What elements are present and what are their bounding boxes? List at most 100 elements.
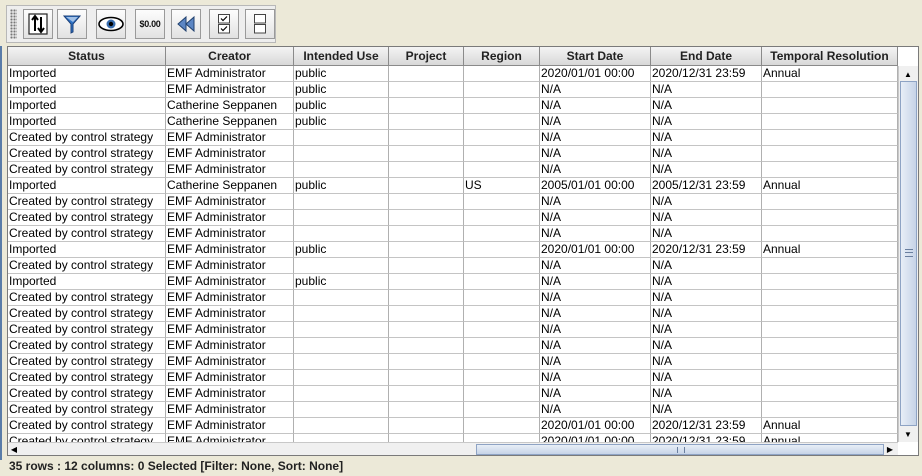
column-header[interactable]: Intended Use xyxy=(294,47,389,66)
table-cell xyxy=(464,370,540,386)
column-header[interactable]: Status xyxy=(8,47,166,66)
status-bar: 35 rows : 12 columns: 0 Selected [Filter… xyxy=(9,459,344,473)
table-cell: Catherine Seppanen xyxy=(166,114,294,130)
cell-text: EMF Administrator xyxy=(167,402,266,416)
table-cell xyxy=(762,402,898,418)
table-cell xyxy=(464,98,540,114)
table-row[interactable]: Imported EMF Administrator public N/A N/A xyxy=(8,82,898,98)
cell-text: Annual xyxy=(763,178,801,192)
sort-button[interactable] xyxy=(23,9,53,39)
table-cell: Created by control strategy xyxy=(8,306,166,322)
cell-text: N/A xyxy=(652,82,673,96)
table-row[interactable]: Created by control strategy EMF Administr… xyxy=(8,418,898,434)
table-row[interactable]: Created by control strategy EMF Administr… xyxy=(8,306,898,322)
cell-text: Created by control strategy xyxy=(9,130,154,144)
table-cell xyxy=(294,418,389,434)
table-cell xyxy=(389,242,464,258)
clear-selection-button[interactable] xyxy=(245,9,275,39)
clear-selection-icon xyxy=(254,14,266,34)
table-cell: Annual xyxy=(762,242,898,258)
scroll-down-icon[interactable]: ▼ xyxy=(899,427,917,441)
column-header[interactable]: Start Date xyxy=(540,47,651,66)
table-row[interactable]: Created by control strategy EMF Administr… xyxy=(8,194,898,210)
table-row[interactable]: Created by control strategy EMF Administr… xyxy=(8,226,898,242)
cell-text: N/A xyxy=(541,226,562,240)
table-cell xyxy=(464,322,540,338)
format-button[interactable]: $0.00 xyxy=(135,9,165,39)
table-row[interactable]: Imported EMF Administrator public N/A N/A xyxy=(8,274,898,290)
cell-text: N/A xyxy=(652,386,673,400)
cell-text: EMF Administrator xyxy=(167,338,266,352)
table-row[interactable]: Created by control strategy EMF Administr… xyxy=(8,130,898,146)
table-row[interactable]: Created by control strategy EMF Administr… xyxy=(8,386,898,402)
column-header[interactable]: Temporal Resolution xyxy=(762,47,898,66)
vertical-scrollbar[interactable]: ▲ ▼ xyxy=(898,66,918,442)
column-header[interactable]: Creator xyxy=(166,47,294,66)
grip-icon xyxy=(677,447,685,453)
table-row[interactable]: Imported Catherine Seppanen public US 2005/0… xyxy=(8,178,898,194)
table-cell: EMF Administrator xyxy=(166,194,294,210)
table-cell xyxy=(464,226,540,242)
table-cell: EMF Administrator xyxy=(166,322,294,338)
table-body: Imported EMF Administrator public 2020/01/0… xyxy=(8,66,898,442)
vertical-scroll-thumb[interactable] xyxy=(900,81,917,426)
table-row[interactable]: Imported EMF Administrator public 2020/01/0… xyxy=(8,242,898,258)
table-cell: EMF Administrator xyxy=(166,274,294,290)
table-row[interactable]: Created by control strategy EMF Administr… xyxy=(8,402,898,418)
table-cell: EMF Administrator xyxy=(166,402,294,418)
column-header[interactable]: End Date xyxy=(651,47,762,66)
table-cell: EMF Administrator xyxy=(166,66,294,82)
table-row[interactable]: Created by control strategy EMF Administr… xyxy=(8,322,898,338)
scroll-up-icon[interactable]: ▲ xyxy=(899,67,917,81)
table-row[interactable]: Created by control strategy EMF Administr… xyxy=(8,146,898,162)
table-row[interactable]: Created by control strategy EMF Administr… xyxy=(8,370,898,386)
cell-text: Annual xyxy=(763,418,801,432)
scroll-left-icon[interactable]: ◀ xyxy=(8,442,20,455)
column-header[interactable]: Region xyxy=(464,47,540,66)
reset-button[interactable] xyxy=(171,9,201,39)
cell-text: 2020/01/01 00:00 xyxy=(541,434,635,442)
cell-text: Created by control strategy xyxy=(9,322,154,336)
table-row[interactable]: Imported Catherine Seppanen public N/A N/A xyxy=(8,98,898,114)
table-cell: Created by control strategy xyxy=(8,418,166,434)
table-cell: N/A xyxy=(651,98,762,114)
scroll-right-icon[interactable]: ▶ xyxy=(884,442,896,455)
table-cell: Imported xyxy=(8,274,166,290)
cell-text: public xyxy=(295,242,327,256)
table-row[interactable]: Created by control strategy EMF Administr… xyxy=(8,162,898,178)
table-row[interactable]: Created by control strategy EMF Administr… xyxy=(8,290,898,306)
view-button[interactable] xyxy=(96,9,126,39)
cell-text: Created by control strategy xyxy=(9,418,154,432)
cell-text: 2005/12/31 23:59 xyxy=(652,178,746,192)
cell-text: public xyxy=(295,98,327,112)
toolbar-grip[interactable] xyxy=(10,9,17,39)
table-cell xyxy=(762,194,898,210)
filter-button[interactable] xyxy=(57,9,87,39)
table-row[interactable]: Imported EMF Administrator public 2020/01/0… xyxy=(8,66,898,82)
table-cell: N/A xyxy=(540,338,651,354)
table-cell: EMF Administrator xyxy=(166,162,294,178)
cell-text: 2020/12/31 23:59 xyxy=(652,418,746,432)
horizontal-scrollbar[interactable]: ◀ ▶ xyxy=(8,442,898,455)
table-cell: Created by control strategy xyxy=(8,354,166,370)
table-row[interactable]: Imported Catherine Seppanen public N/A N/A xyxy=(8,114,898,130)
cell-text: EMF Administrator xyxy=(167,354,266,368)
table-cell: Created by control strategy xyxy=(8,210,166,226)
filter-icon xyxy=(62,15,82,34)
table-cell: EMF Administrator xyxy=(166,130,294,146)
table-row[interactable]: Created by control strategy EMF Administr… xyxy=(8,210,898,226)
table-row[interactable]: Created by control strategy EMF Administr… xyxy=(8,434,898,442)
horizontal-scroll-thumb[interactable] xyxy=(476,444,884,455)
select-all-button[interactable] xyxy=(209,9,239,39)
table-cell: Created by control strategy xyxy=(8,370,166,386)
table-cell xyxy=(762,114,898,130)
table-row[interactable]: Created by control strategy EMF Administr… xyxy=(8,338,898,354)
column-header[interactable]: Project xyxy=(389,47,464,66)
table-cell: Imported xyxy=(8,178,166,194)
table-row[interactable]: Created by control strategy EMF Administr… xyxy=(8,354,898,370)
reset-icon xyxy=(177,15,195,33)
cell-text: N/A xyxy=(541,98,562,112)
table-cell: Imported xyxy=(8,66,166,82)
table-row[interactable]: Created by control strategy EMF Administr… xyxy=(8,258,898,274)
cell-text: EMF Administrator xyxy=(167,66,266,80)
